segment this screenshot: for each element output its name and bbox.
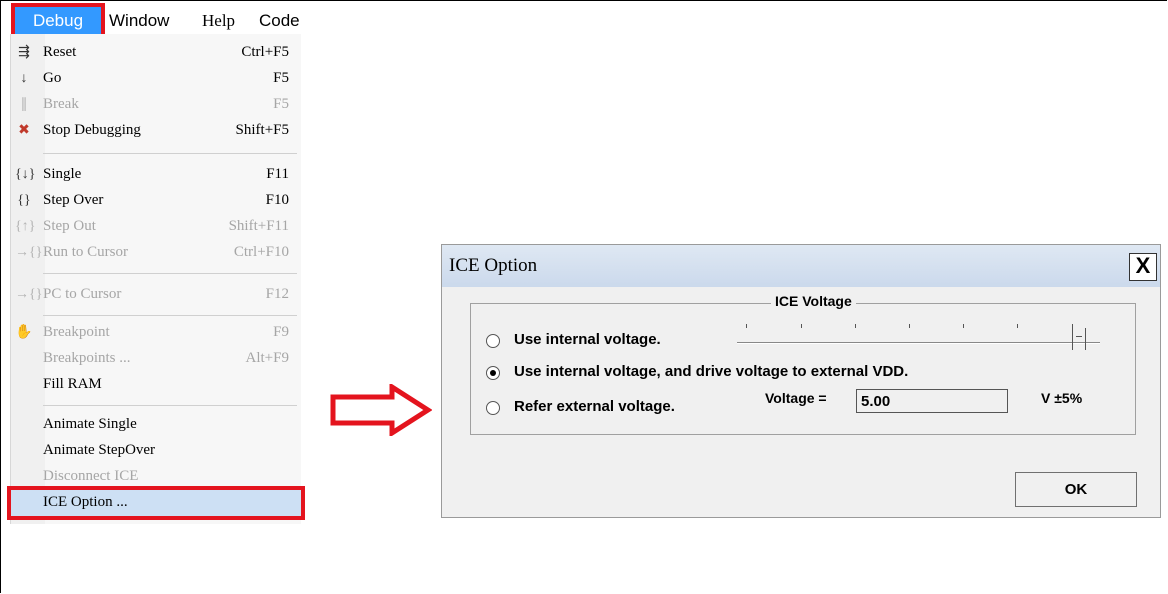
menu-item-label: Single <box>43 166 82 182</box>
menu-bar: Debug Window Help Code <box>10 7 300 34</box>
option-label: Use internal voltage, and drive voltage … <box>514 363 909 380</box>
menu-debug[interactable]: Debug <box>15 7 101 34</box>
menu-item-label: Go <box>43 70 62 86</box>
menu-item-shortcut: Ctrl+F10 <box>233 244 289 260</box>
menu-item-break: ∥ Break F5 <box>11 92 301 118</box>
menu-item-label: Animate StepOver <box>43 442 156 458</box>
go-icon: ↓ <box>20 71 28 86</box>
menu-item-label: Fill RAM <box>43 376 102 392</box>
menu-item-label: Animate Single <box>43 416 137 432</box>
menu-separator <box>43 273 297 274</box>
menu-separator <box>43 315 297 316</box>
menu-item-shortcut: F12 <box>265 286 289 302</box>
slider-thumb[interactable] <box>1072 328 1086 350</box>
slider-tick <box>746 324 747 328</box>
menu-item-shortcut: Shift+F11 <box>228 218 289 234</box>
menu-item-label: Breakpoint <box>43 324 110 340</box>
voltage-label: Voltage = <box>765 390 827 406</box>
step-into-icon: {↓} <box>15 167 36 182</box>
menu-item-label: Breakpoints ... <box>43 350 131 366</box>
radio-use-internal-voltage[interactable] <box>486 334 500 348</box>
menu-item-label: Reset <box>43 44 77 60</box>
pc-to-cursor-icon: →{} <box>15 287 43 302</box>
menu-item-breakpoint: ✋ Breakpoint F9 <box>11 320 301 346</box>
close-button[interactable]: X <box>1129 253 1157 281</box>
menu-item-go[interactable]: ↓ Go F5 <box>11 66 301 92</box>
group-title: ICE Voltage <box>771 293 856 309</box>
menu-item-ice-option[interactable]: ICE Option ... <box>11 490 301 516</box>
dialog-titlebar: ICE Option X <box>442 245 1160 287</box>
menu-item-stop-debugging[interactable]: ✖ Stop Debugging Shift+F5 <box>11 118 301 144</box>
run-to-cursor-icon: →{} <box>15 245 43 260</box>
menu-separator <box>43 153 297 154</box>
menu-item-shortcut: Ctrl+F5 <box>241 44 289 60</box>
voltage-unit: V ±5% <box>1041 390 1083 406</box>
menu-item-single[interactable]: {↓} Single F11 <box>11 162 301 188</box>
menu-item-label: Run to Cursor <box>43 244 129 260</box>
menu-item-shortcut: Shift+F5 <box>235 122 289 138</box>
reset-icon: ⇶ <box>18 45 30 60</box>
menu-code[interactable]: Code <box>259 7 300 34</box>
menu-item-label: ICE Option ... <box>43 494 128 510</box>
menu-item-shortcut: F5 <box>273 96 289 112</box>
slider-tick <box>855 324 856 328</box>
dialog-title: ICE Option <box>449 255 538 276</box>
menu-item-fill-ram[interactable]: Fill RAM <box>11 372 301 398</box>
arrow-right-icon <box>330 384 432 436</box>
menu-item-label: Stop Debugging <box>43 122 141 138</box>
option-label: Refer external voltage. <box>514 398 675 415</box>
slider-tick <box>801 324 802 328</box>
menu-separator <box>43 405 297 406</box>
menu-item-shortcut: Alt+F9 <box>245 350 289 366</box>
menu-item-step-over[interactable]: {} Step Over F10 <box>11 188 301 214</box>
ok-button[interactable]: OK <box>1015 472 1137 507</box>
slider-tick <box>1017 324 1018 328</box>
menu-item-shortcut: F10 <box>265 192 289 208</box>
slider-tick <box>909 324 910 328</box>
menu-item-animate-stepover[interactable]: Animate StepOver <box>11 438 301 464</box>
break-icon: ∥ <box>20 97 28 112</box>
menu-window[interactable]: Window <box>109 7 169 34</box>
step-over-icon: {} <box>17 193 31 208</box>
menu-item-label: Step Out <box>43 218 96 234</box>
menu-item-pc-to-cursor: →{} PC to Cursor F12 <box>11 282 301 308</box>
ice-voltage-group: ICE Voltage Use internal voltage. Use in… <box>470 293 1136 435</box>
menu-item-shortcut: F11 <box>266 166 289 182</box>
stop-debugging-icon: ✖ <box>18 123 30 138</box>
option-label: Use internal voltage. <box>514 331 661 348</box>
menu-item-animate-single[interactable]: Animate Single <box>11 412 301 438</box>
radio-drive-external-vdd[interactable] <box>486 366 500 380</box>
radio-refer-external-voltage[interactable] <box>486 401 500 415</box>
debug-dropdown-menu: ⇶ Reset Ctrl+F5 ↓ Go F5 ∥ Break F5 ✖ Sto… <box>10 34 301 524</box>
voltage-slider[interactable] <box>737 342 1100 343</box>
hand-icon: ✋ <box>15 325 33 340</box>
menu-item-shortcut: F5 <box>273 70 289 86</box>
slider-tick <box>963 324 964 328</box>
menu-item-run-to-cursor: →{} Run to Cursor Ctrl+F10 <box>11 240 301 266</box>
menu-item-label: Disconnect ICE <box>43 468 139 484</box>
menu-help[interactable]: Help <box>202 7 235 34</box>
menu-item-disconnect-ice: Disconnect ICE <box>11 464 301 490</box>
ice-option-dialog: ICE Option X ICE Voltage Use internal vo… <box>441 244 1161 518</box>
menu-item-label: PC to Cursor <box>43 286 122 302</box>
voltage-field[interactable]: 5.00 <box>856 389 1008 413</box>
menu-item-shortcut: F9 <box>273 324 289 340</box>
menu-item-breakpoints: Breakpoints ... Alt+F9 <box>11 346 301 372</box>
menu-item-step-out: {↑} Step Out Shift+F11 <box>11 214 301 240</box>
menu-item-label: Break <box>43 96 79 112</box>
menu-item-label: Step Over <box>43 192 104 208</box>
menu-item-reset[interactable]: ⇶ Reset Ctrl+F5 <box>11 40 301 66</box>
step-out-icon: {↑} <box>15 219 36 234</box>
